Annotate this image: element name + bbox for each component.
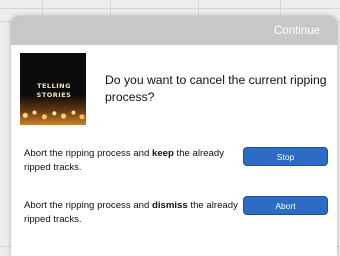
album-cover-title-line2: STORIES <box>36 91 72 99</box>
background-divider <box>0 8 340 9</box>
dismiss-tracks-description: Abort the ripping process and dismiss th… <box>24 199 244 226</box>
abort-button[interactable]: Abort <box>243 196 328 215</box>
keep-tracks-description: Abort the ripping process and keep the a… <box>24 147 244 174</box>
dialog-question: Do you want to cancel the current rippin… <box>105 73 327 104</box>
option-emphasis: dismiss <box>152 200 188 211</box>
option-text-start: Abort the ripping process and <box>24 148 152 159</box>
cancel-ripping-dialog: Continue TELLING STORIES Do you want to … <box>11 16 337 256</box>
option-text-start: Abort the ripping process and <box>24 200 152 211</box>
album-cover-image: TELLING STORIES <box>20 53 86 125</box>
option-emphasis: keep <box>152 148 174 159</box>
dialog-header: Continue <box>11 16 337 45</box>
continue-button[interactable]: Continue <box>274 16 320 45</box>
stop-button[interactable]: Stop <box>243 147 328 166</box>
album-cover-title-line1: TELLING <box>37 82 71 90</box>
album-cover-lights <box>20 107 86 121</box>
